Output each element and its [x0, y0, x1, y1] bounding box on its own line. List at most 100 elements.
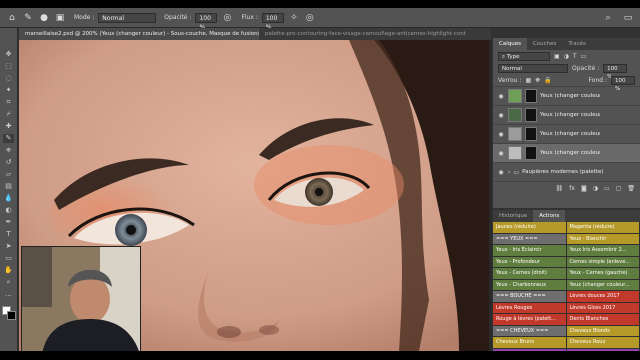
brush-tool-icon[interactable]: ✎ [22, 12, 34, 24]
pressure-size-icon[interactable]: ◎ [304, 12, 316, 24]
adjustment-icon[interactable]: ◑ [593, 185, 598, 192]
filter-type-icon[interactable]: T [573, 53, 577, 60]
tab-paths[interactable]: Tracés [562, 38, 591, 50]
more-tools-icon[interactable]: … [3, 290, 14, 299]
action-button[interactable]: === YEUX === [493, 233, 567, 245]
visibility-eye-icon[interactable]: ◉ [497, 150, 505, 157]
opacity-field[interactable]: 100 % [195, 12, 218, 31]
eraser-tool-icon[interactable]: ▱ [3, 170, 14, 179]
action-button[interactable]: Magenta (réduire) [566, 222, 640, 234]
clone-stamp-tool-icon[interactable]: ⎈ [3, 146, 14, 155]
action-button[interactable]: Cheveux Blonds [566, 325, 640, 337]
layer-row-selected[interactable]: ◉ Yeux (changer couleur) - S... [493, 143, 640, 162]
brush-preset-icon[interactable]: ● [38, 12, 50, 24]
action-button[interactable]: Yeux - Cernes (gauche) [566, 268, 640, 280]
visibility-eye-icon[interactable]: ◉ [497, 93, 505, 100]
tab-document-active[interactable]: marseillaise2.psd @ 200% (Yeux (changer … [19, 28, 259, 40]
layer-mask-thumbnail[interactable] [525, 146, 537, 160]
home-icon[interactable]: ⌂ [6, 12, 18, 24]
action-button[interactable]: Lèvres Rouges [493, 302, 567, 314]
action-button[interactable]: Lèvres douces 2017 [566, 291, 640, 303]
filter-shape-icon[interactable]: ▭ [581, 53, 587, 60]
layer-opacity-field[interactable]: 100 % [603, 63, 628, 80]
mode-select[interactable]: Normal [98, 12, 157, 23]
brush-settings-icon[interactable]: ▣ [54, 12, 66, 24]
shape-tool-icon[interactable]: ▭ [3, 254, 14, 263]
link-icon[interactable]: ⛓ [556, 185, 564, 192]
action-button[interactable]: Yeux - Charbonneux [493, 279, 567, 291]
action-button[interactable]: Yeux - Profondeur [493, 256, 567, 268]
pen-tool-icon[interactable]: ✒ [3, 218, 14, 227]
letterbox-top [0, 0, 640, 8]
history-brush-tool-icon[interactable]: ↺ [3, 158, 14, 167]
dodge-tool-icon[interactable]: ◐ [3, 206, 14, 215]
action-button[interactable]: Cheveux Bruns [493, 337, 567, 349]
visibility-eye-icon[interactable]: ◉ [497, 169, 505, 176]
layer-mask-thumbnail[interactable] [525, 127, 537, 141]
search-icon[interactable]: ⌕ [602, 12, 614, 24]
healing-tool-icon[interactable]: ✚ [3, 122, 14, 131]
type-tool-icon[interactable]: T [3, 230, 14, 239]
action-button[interactable]: Lèvres Gloss 2017 [566, 302, 640, 314]
crop-tool-icon[interactable]: ⌗ [3, 98, 14, 107]
tab-history[interactable]: Historique [493, 210, 533, 222]
tab-document-palette[interactable]: palette-pro-contouring-face-visage-camou… [259, 28, 491, 40]
background-color[interactable] [6, 311, 16, 320]
action-button[interactable]: === CHEVEUX === [493, 325, 567, 337]
layer-row[interactable]: ◉ Yeux (changer couleur) - E... [493, 124, 640, 143]
tab-channels[interactable]: Couches [527, 38, 562, 50]
blur-tool-icon[interactable]: 💧 [3, 194, 14, 203]
blend-mode-select[interactable]: Normal [498, 63, 568, 73]
action-button[interactable]: Yeux Iris Assombrir 2... [566, 245, 640, 257]
layer-mask-thumbnail[interactable] [525, 89, 537, 103]
visibility-eye-icon[interactable]: ◉ [497, 112, 505, 119]
move-tool-icon[interactable]: ✥ [3, 50, 14, 59]
path-select-tool-icon[interactable]: ➤ [3, 242, 14, 251]
canvas-scrollbar[interactable] [489, 40, 492, 351]
tab-actions[interactable]: Actions [533, 210, 566, 222]
layer-row[interactable]: ◉ Yeux (changer couleur) - V... [493, 105, 640, 124]
zoom-tool-icon[interactable]: ⌕ [3, 278, 14, 287]
lasso-tool-icon[interactable]: ◌ [3, 74, 14, 83]
lock-all-icon[interactable]: 🔒 [544, 77, 551, 84]
action-button[interactable]: Yeux - Iris Éclaircir [493, 245, 567, 257]
lock-pixels-icon[interactable]: ▦ [525, 77, 531, 84]
flow-field[interactable]: 100 % [261, 12, 284, 31]
hand-tool-icon[interactable]: ✋ [3, 266, 14, 275]
tab-layers[interactable]: Calques [493, 38, 527, 50]
quick-select-tool-icon[interactable]: ✦ [3, 86, 14, 95]
marquee-tool-icon[interactable]: ⬚ [3, 62, 14, 71]
action-button[interactable]: Yeux - Blanchir [566, 233, 640, 245]
lock-position-icon[interactable]: ✥ [535, 77, 540, 84]
filter-pixel-icon[interactable]: ▣ [554, 53, 560, 60]
pressure-opacity-icon[interactable]: ◎ [221, 12, 233, 24]
action-button[interactable]: Yeux (changer couleur... [566, 279, 640, 291]
new-group-icon[interactable]: ▭ [604, 185, 610, 192]
action-button[interactable]: Dents Blanches [566, 314, 640, 326]
action-button[interactable]: Yeux - Cernes (droit) [493, 268, 567, 280]
document-canvas[interactable] [19, 40, 489, 351]
add-mask-icon[interactable]: ◙ [581, 185, 587, 192]
visibility-eye-icon[interactable]: ◉ [497, 131, 505, 138]
layer-mask-thumbnail[interactable] [525, 108, 537, 122]
airbrush-icon[interactable]: ✧ [288, 12, 300, 24]
filter-adjust-icon[interactable]: ◑ [564, 53, 569, 60]
action-button[interactable]: Cernes simple (enleve... [566, 256, 640, 268]
trash-icon[interactable]: 🗑 [627, 185, 635, 192]
color-swatches[interactable] [1, 306, 16, 320]
action-button[interactable]: Jaunes (réduire) [493, 222, 567, 234]
fx-icon[interactable]: fx [569, 185, 575, 192]
layer-filter-select[interactable]: ⌕ Type [498, 51, 550, 61]
layer-filter-value: Type [506, 53, 520, 60]
action-button[interactable]: === BOUCHE === [493, 291, 567, 303]
new-layer-icon[interactable]: ▢ [616, 185, 622, 192]
action-button[interactable]: Rouge à lèvres (palett... [493, 314, 567, 326]
eyedropper-tool-icon[interactable]: ⌿ [3, 110, 14, 119]
action-button[interactable]: Cheveux Roux [566, 337, 640, 349]
gradient-tool-icon[interactable]: ▤ [3, 182, 14, 191]
chevron-right-icon[interactable]: › [508, 169, 510, 176]
workspace-icon[interactable]: ▭ [622, 12, 634, 24]
fill-field[interactable]: 100 % [611, 75, 635, 92]
layer-group-row[interactable]: ◉ › ▭ Paupières modernes (palette) [493, 162, 640, 181]
brush-tool-icon[interactable]: ✎ [3, 134, 14, 143]
